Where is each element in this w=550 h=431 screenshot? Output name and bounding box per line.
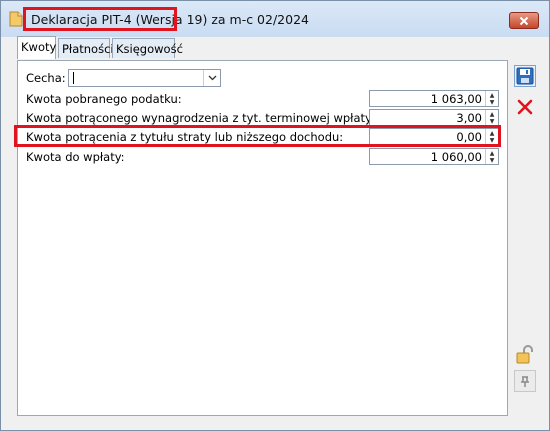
cecha-dropdown-button[interactable]	[203, 70, 220, 86]
tab-kwoty[interactable]: Kwoty	[17, 36, 56, 59]
pin-icon	[521, 376, 529, 387]
cecha-combobox[interactable]	[68, 69, 221, 87]
row-highlight-box	[14, 125, 501, 147]
title-bar: Deklaracja PIT-4 (Wersja 19) za m-c 02/2…	[1, 1, 549, 37]
do-wplaty-label: Kwota do wpłaty:	[26, 150, 125, 164]
pobrany-podatek-field[interactable]: 1 063,00 ▲ ▼	[369, 90, 499, 107]
lock-button[interactable]	[514, 344, 536, 366]
lock-icon	[516, 345, 533, 364]
kwoty-panel: Cecha: Kwota pobranego podatku: 1 063,00…	[17, 60, 508, 416]
title-highlight-box	[23, 7, 177, 31]
chevron-down-icon	[208, 75, 216, 81]
tab-ksiegowosc[interactable]: Księgowość	[112, 38, 183, 58]
tab-platnosci[interactable]: Płatności	[58, 38, 114, 58]
do-wplaty-field[interactable]: 1 060,00 ▲ ▼	[369, 148, 499, 165]
close-icon	[519, 16, 529, 25]
pobrany-podatek-value: 1 063,00	[430, 92, 482, 106]
save-button[interactable]	[514, 65, 536, 87]
wynagrodzenie-field[interactable]: 3,00 ▲ ▼	[369, 109, 499, 126]
delete-icon	[517, 99, 533, 115]
save-icon	[516, 67, 534, 85]
wynagrodzenie-value: 3,00	[456, 111, 482, 125]
do-wplaty-value: 1 060,00	[430, 150, 482, 164]
document-icon	[9, 11, 23, 27]
pobrany-podatek-label: Kwota pobranego podatku:	[26, 92, 182, 106]
pit4-declaration-window: Deklaracja PIT-4 (Wersja 19) za m-c 02/2…	[0, 0, 550, 431]
delete-button[interactable]	[514, 96, 536, 118]
close-button[interactable]	[509, 12, 539, 29]
spin-arrows-icon[interactable]: ▲ ▼	[485, 149, 498, 164]
cecha-label: Cecha:	[26, 71, 66, 85]
pin-button[interactable]	[514, 370, 536, 392]
text-caret	[73, 72, 74, 84]
wynagrodzenie-label: Kwota potrąconego wynagrodzenia z tyt. t…	[26, 111, 427, 125]
spin-arrows-icon[interactable]: ▲ ▼	[485, 91, 498, 106]
spin-arrows-icon[interactable]: ▲ ▼	[485, 110, 498, 125]
